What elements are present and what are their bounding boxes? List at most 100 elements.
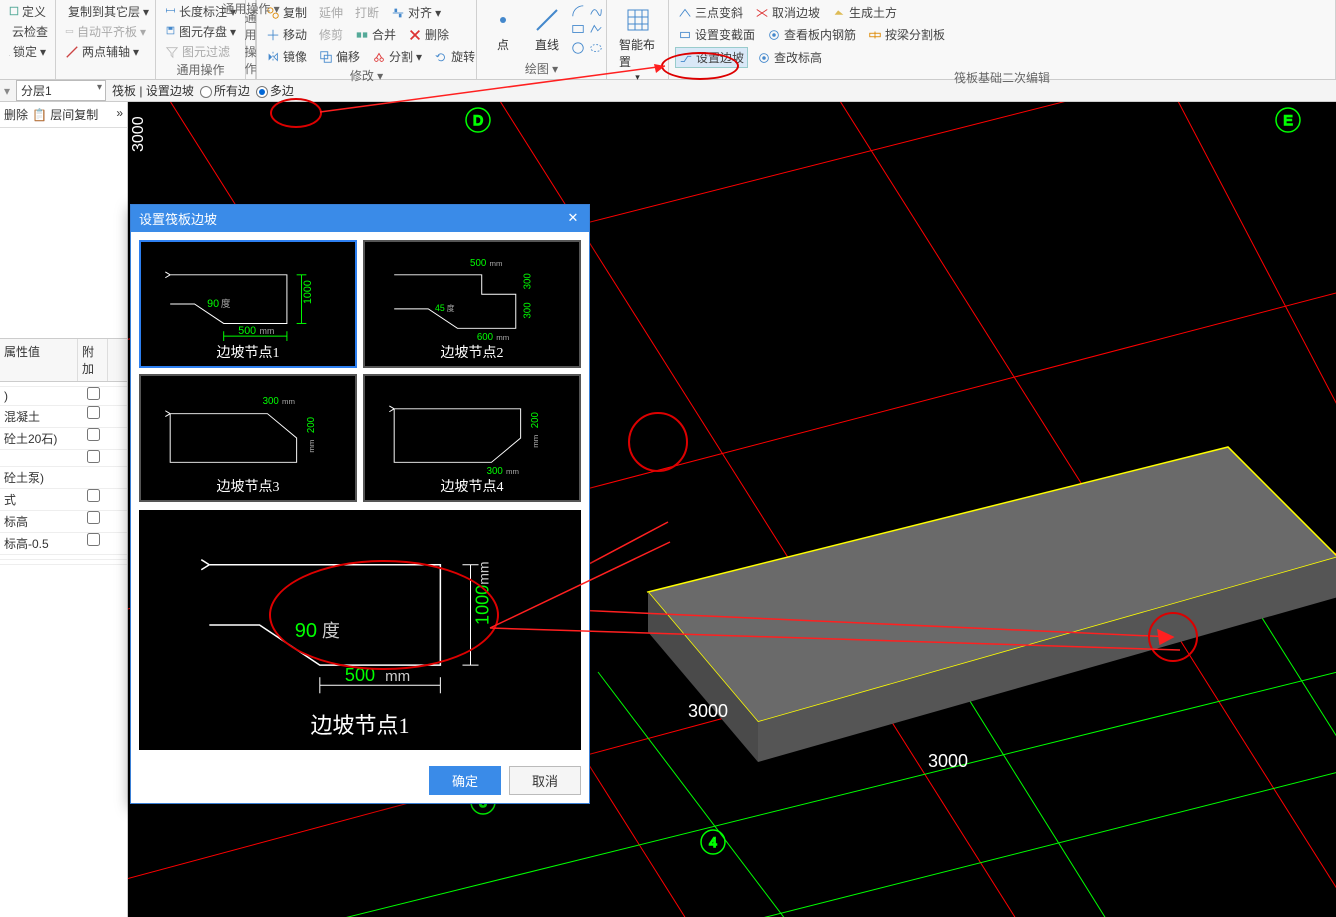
auto-level-button[interactable]: 自动平齐板 ▾ [62,22,149,41]
property-grid-header: 属性值 附加 [0,338,127,382]
filter-element-button[interactable]: 图元过滤 [162,42,239,61]
svg-text:mm: mm [490,259,503,268]
slope-option-4[interactable]: 200mm 300mm 边坡节点4 [363,374,581,502]
cancel-slope-button[interactable]: 取消边坡 [752,3,823,22]
copy-to-layer-button[interactable]: 复制到其它层 ▾ [62,2,149,21]
svg-text:45: 45 [435,303,445,313]
dialog-titlebar[interactable]: 设置筏板边坡 ✕ [131,205,589,232]
table-row[interactable]: 砼土20石) [0,428,127,450]
cloud-check-button[interactable]: 云检查 [6,22,49,41]
table-row[interactable] [0,450,127,467]
cancel-button[interactable]: 取消 [509,766,581,795]
extra-checkbox[interactable] [87,450,100,463]
svg-text:mm: mm [385,668,410,685]
poly-icon[interactable] [589,22,603,36]
svg-text:D: D [473,112,483,128]
table-row[interactable]: 标高 [0,511,127,533]
svg-text:度: 度 [322,621,340,641]
svg-text:90: 90 [207,298,219,310]
split-button[interactable]: 分割 ▾ [369,47,425,66]
table-row[interactable]: 砼土泵) [0,467,127,489]
merge-button[interactable]: 合并 [352,25,399,44]
left-delete[interactable]: 删除 [4,106,28,123]
view-rebar-button[interactable]: 查看板内钢筋 [764,25,859,44]
table-row[interactable]: 混凝土 [0,406,127,428]
slope-option-2[interactable]: 500mm 300 300 600mm 45度 边坡节点2 [363,240,581,368]
svg-text:度: 度 [447,303,455,313]
layer-dropdown[interactable]: 分层1 [16,80,106,101]
group-raft-edit: 筏板基础二次编辑 [675,69,1329,88]
extra-checkbox[interactable] [87,387,100,400]
slope-dialog: 设置筏板边坡 ✕ 1000 500mm 90度 边坡节点1 500mm [130,204,590,804]
ellipse-icon[interactable] [589,41,603,55]
offset-button[interactable]: 偏移 [316,47,363,66]
svg-text:mm: mm [260,326,275,336]
close-icon[interactable]: ✕ [565,211,581,227]
svg-text:3000: 3000 [130,116,147,152]
left-copy-between-layers[interactable]: 📋 层间复制 [32,106,98,123]
extra-checkbox[interactable] [87,406,100,419]
smart-layout-button[interactable]: 智能布置▾ [613,2,662,87]
svg-text:500: 500 [345,665,375,685]
split-by-beam-button[interactable]: 按梁分割板 [865,25,948,44]
svg-text:mm: mm [496,333,509,342]
all-edges-radio[interactable]: 所有边 [200,82,250,99]
extra-checkbox[interactable] [87,533,100,546]
table-row[interactable]: ) [0,387,127,406]
rotate-button[interactable]: 旋转 [431,47,478,66]
svg-text:300: 300 [522,302,533,319]
table-row[interactable]: 式 [0,489,127,511]
slope-preview: 1000 mm 500 mm 90 度 边坡节点1 [139,510,581,750]
slope-option-3[interactable]: 300mm 200mm 边坡节点3 [139,374,357,502]
align-button[interactable]: 对齐 ▾ [388,3,444,22]
three-point-button[interactable]: 三点变斜 [675,3,746,22]
svg-text:90: 90 [295,620,317,642]
ok-button[interactable]: 确定 [429,766,501,795]
lock-button[interactable]: 锁定 ▾ [6,42,49,61]
spline-icon[interactable] [589,4,603,18]
group-general-ops: 通用操作 ▾ [156,0,346,19]
mirror-button[interactable]: 镜像 [263,47,310,66]
table-row[interactable]: 标高-0.5 [0,533,127,555]
svg-text:3000: 3000 [928,751,968,771]
check-elev-button[interactable]: 查改标高 [754,48,825,67]
rect-icon[interactable] [571,22,585,36]
svg-text:mm: mm [531,435,540,448]
set-slope-button[interactable]: 设置边坡 [675,47,748,68]
extra-checkbox[interactable] [87,428,100,441]
svg-text:mm: mm [506,467,519,476]
delete-button[interactable]: 删除 [405,25,452,44]
trim-button[interactable]: 修剪 [316,25,346,44]
svg-text:300: 300 [263,396,280,407]
extra-checkbox[interactable] [87,511,100,524]
svg-text:mm: mm [307,440,316,453]
slope-option-1[interactable]: 1000 500mm 90度 边坡节点1 [139,240,357,368]
svg-text:300: 300 [522,273,533,290]
break-button[interactable]: 打断 [352,3,382,22]
define-button[interactable]: 定义 [6,2,49,21]
arc-icon[interactable] [571,4,585,18]
save-element-button[interactable]: 图元存盘 ▾ [162,22,239,41]
svg-text:mm: mm [282,397,295,406]
group-draw: 绘图 ▾ [483,60,600,79]
two-point-axis-button[interactable]: 两点辅轴 ▾ [62,42,149,61]
group-title-general: 通用操作 [162,61,239,80]
context-label: 筏板 | 设置边坡 [112,82,194,99]
point-button[interactable]: 点 [483,2,523,57]
svg-text:3000: 3000 [688,701,728,721]
extra-checkbox[interactable] [87,489,100,502]
group-modify: 修改 ▾ [263,67,470,86]
line-button[interactable]: 直线 [527,2,567,57]
property-grid[interactable]: )混凝土砼土20石) 砼土泵)式标高标高-0.5 [0,382,127,565]
ribbon: 定义 云检查 锁定 ▾ 复制到其它层 ▾ 自动平齐板 ▾ 两点辅轴 ▾ 长度标注… [0,0,1336,80]
set-section-button[interactable]: 设置变截面 [675,25,758,44]
circle-icon[interactable] [571,41,585,55]
svg-text:E: E [1283,112,1292,128]
move-button[interactable]: 移动 [263,25,310,44]
svg-text:mm: mm [476,561,492,584]
svg-text:500: 500 [238,325,256,337]
svg-text:200: 200 [530,411,541,428]
gen-earth-button[interactable]: 生成土方 [829,3,900,22]
table-row[interactable] [0,560,127,565]
multi-edges-radio[interactable]: 多边 [256,82,294,99]
